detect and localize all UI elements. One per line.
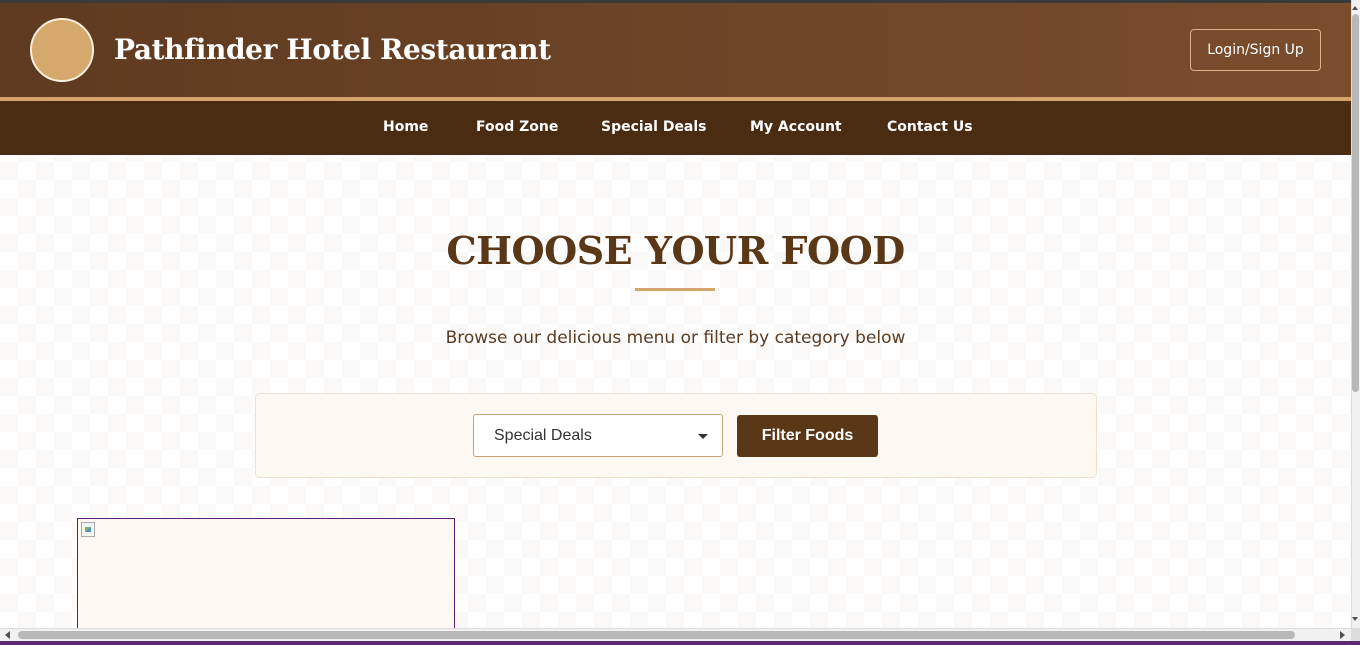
restaurant-logo[interactable] bbox=[30, 18, 94, 82]
filter-foods-button[interactable]: Filter Foods bbox=[737, 415, 878, 457]
broken-image-icon bbox=[81, 522, 95, 537]
category-select-value: Special Deals bbox=[494, 427, 592, 444]
scroll-down-arrow-icon[interactable] bbox=[1351, 614, 1360, 624]
site-title[interactable]: Pathfinder Hotel Restaurant bbox=[114, 33, 551, 66]
page-subtitle: Browse our delicious menu or filter by c… bbox=[445, 328, 906, 348]
site-header: Pathfinder Hotel Restaurant Login/Sign U… bbox=[0, 0, 1351, 97]
nav-item-my-account[interactable]: My Account bbox=[750, 119, 842, 135]
scroll-right-arrow-icon[interactable] bbox=[1336, 629, 1348, 641]
caret-down-icon bbox=[698, 434, 708, 439]
page-title: CHOOSE YOUR FOOD bbox=[446, 228, 905, 273]
main-navigation: Home Food Zone Special Deals My Account … bbox=[0, 101, 1351, 155]
horizontal-scrollbar-thumb[interactable] bbox=[18, 631, 1295, 639]
vertical-scrollbar-thumb[interactable] bbox=[1352, 14, 1359, 392]
scroll-left-arrow-icon[interactable] bbox=[2, 629, 14, 641]
title-underline bbox=[635, 288, 715, 291]
food-card[interactable] bbox=[77, 518, 455, 628]
scrollbar-corner bbox=[1351, 628, 1360, 641]
scroll-up-arrow-icon[interactable] bbox=[1351, 3, 1360, 13]
page-viewport: Pathfinder Hotel Restaurant Login/Sign U… bbox=[0, 0, 1351, 628]
category-select[interactable]: Special Deals bbox=[473, 414, 723, 457]
nav-item-home[interactable]: Home bbox=[383, 119, 428, 135]
nav-item-contact-us[interactable]: Contact Us bbox=[887, 119, 973, 135]
nav-item-food-zone[interactable]: Food Zone bbox=[476, 119, 558, 135]
login-signup-button[interactable]: Login/Sign Up bbox=[1190, 29, 1321, 71]
window-bottom-edge bbox=[0, 641, 1360, 645]
nav-item-special-deals[interactable]: Special Deals bbox=[601, 119, 707, 135]
